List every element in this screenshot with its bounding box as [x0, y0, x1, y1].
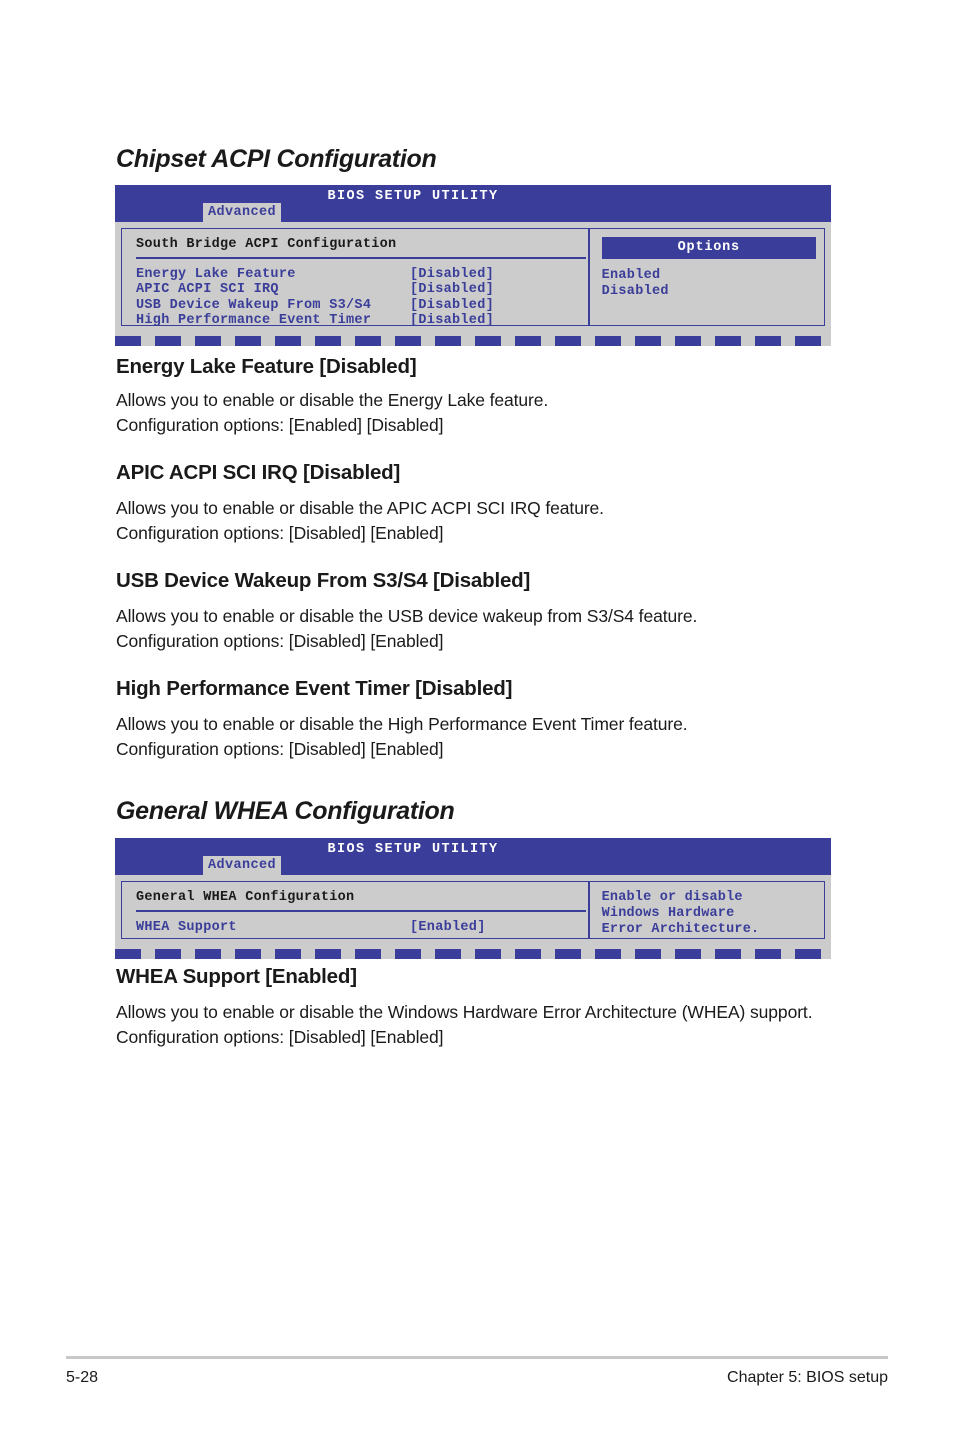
bios-setting-value[interactable]: [Disabled] — [410, 313, 494, 328]
footer-divider — [66, 1356, 888, 1359]
subheading-energy-lake-feature: Energy Lake Feature [Disabled] — [116, 355, 417, 378]
paragraph-line: Configuration options: [Disabled] [Enabl… — [116, 1027, 444, 1047]
paragraph-whea-support: Allows you to enable or disable the Wind… — [116, 1000, 836, 1050]
bios-header-bar: BIOS SETUP UTILITY Advanced — [115, 185, 831, 223]
bios-body: General WHEA Configuration WHEA Support … — [115, 875, 831, 946]
paragraph-line: Allows you to enable or disable the APIC… — [116, 498, 604, 518]
bios-option-item[interactable]: Enabled — [602, 268, 816, 284]
paragraph-line: Configuration options: [Disabled] [Enabl… — [116, 631, 444, 651]
bios-settings-list: WHEA Support [Enabled] — [136, 920, 588, 936]
footer-page-number: 5-28 — [66, 1369, 99, 1386]
bios-tab-advanced[interactable]: Advanced — [203, 856, 282, 876]
bios-panel-title: General WHEA Configuration — [136, 890, 355, 905]
bios-setting-label: High Performance Event Timer — [136, 313, 372, 329]
bios-options-panel: Options Enabled Disabled — [590, 229, 824, 325]
bios-frame: South Bridge ACPI Configuration Energy L… — [121, 228, 825, 328]
bios-setting-value[interactable]: [Disabled] — [410, 267, 494, 282]
subheading-apic-acpi-sci-irq: APIC ACPI SCI IRQ [Disabled] — [116, 461, 401, 484]
bios-setting-label: USB Device Wakeup From S3/S4 — [136, 297, 372, 313]
bios-utility-title: BIOS SETUP UTILITY — [327, 842, 499, 857]
bios-settings-list: Energy Lake Feature [Disabled] APIC ACPI… — [136, 267, 588, 329]
bios-panel-rule — [136, 910, 586, 912]
bios-help-line: Error Architecture. — [601, 922, 760, 937]
subheading-high-performance-event-timer: High Performance Event Timer [Disabled] — [116, 677, 513, 700]
bios-setting-value[interactable]: [Enabled] — [410, 920, 486, 935]
paragraph-line: Configuration options: [Disabled] [Enabl… — [116, 523, 444, 543]
bios-options-list: Enabled Disabled — [602, 268, 816, 299]
bios-option-item[interactable]: Disabled — [602, 284, 816, 300]
bios-setting-label: Energy Lake Feature — [136, 266, 296, 282]
bios-setting-label: WHEA Support — [136, 919, 237, 935]
bios-help-text: Enable or disable Windows Hardware Error… — [602, 890, 816, 938]
footer-chapter-label: Chapter 5: BIOS setup — [727, 1369, 888, 1386]
paragraph-line: Allows you to enable or disable the Ener… — [116, 390, 549, 410]
bios-setting-row[interactable]: Energy Lake Feature [Disabled] — [136, 267, 588, 283]
bios-setting-row[interactable]: High Performance Event Timer [Disabled] — [136, 313, 588, 329]
bios-tab-advanced[interactable]: Advanced — [203, 203, 282, 223]
bios-settings-panel: General WHEA Configuration WHEA Support … — [122, 882, 588, 938]
paragraph-line: Allows you to enable or disable the USB … — [116, 606, 698, 626]
bios-screenshot-general-whea: BIOS SETUP UTILITY Advanced General WHEA… — [115, 838, 831, 959]
bios-panel-rule — [136, 257, 586, 259]
paragraph-line: Allows you to enable or disable the High… — [116, 714, 688, 734]
paragraph-apic-acpi-sci-irq: Allows you to enable or disable the APIC… — [116, 496, 604, 546]
paragraph-line: Configuration options: [Disabled] [Enabl… — [116, 739, 444, 759]
bios-utility-title: BIOS SETUP UTILITY — [327, 189, 499, 204]
bios-setting-row[interactable]: USB Device Wakeup From S3/S4 [Disabled] — [136, 298, 588, 314]
bios-setting-row[interactable]: WHEA Support [Enabled] — [136, 920, 588, 936]
bios-help-line: Windows Hardware — [601, 906, 735, 921]
subheading-usb-device-wakeup: USB Device Wakeup From S3/S4 [Disabled] — [116, 569, 531, 592]
bios-frame: General WHEA Configuration WHEA Support … — [121, 881, 825, 939]
paragraph-line: Configuration options: [Enabled] [Disabl… — [116, 415, 444, 435]
bios-setting-value[interactable]: [Disabled] — [410, 298, 494, 313]
bios-setting-value[interactable]: [Disabled] — [410, 282, 494, 297]
paragraph-high-performance-event-timer: Allows you to enable or disable the High… — [116, 712, 688, 762]
bios-screenshot-chipset-acpi: BIOS SETUP UTILITY Advanced South Bridge… — [115, 185, 831, 346]
bios-body: South Bridge ACPI Configuration Energy L… — [115, 222, 831, 333]
bios-bottom-dashed-border — [115, 949, 831, 959]
bios-help-panel: Enable or disable Windows Hardware Error… — [590, 882, 824, 938]
paragraph-line: Allows you to enable or disable the Wind… — [116, 1002, 813, 1022]
subheading-whea-support: WHEA Support [Enabled] — [116, 965, 357, 988]
bios-settings-panel: South Bridge ACPI Configuration Energy L… — [122, 229, 588, 328]
bios-options-header: Options — [601, 237, 816, 259]
paragraph-energy-lake-feature: Allows you to enable or disable the Ener… — [116, 388, 548, 438]
bios-header-bar: BIOS SETUP UTILITY Advanced — [115, 838, 831, 876]
section-heading-chipset-acpi: Chipset ACPI Configuration — [116, 145, 437, 173]
section-heading-general-whea: General WHEA Configuration — [116, 797, 455, 825]
bios-setting-label: APIC ACPI SCI IRQ — [136, 282, 279, 298]
paragraph-usb-device-wakeup: Allows you to enable or disable the USB … — [116, 604, 697, 654]
bios-setting-row[interactable]: APIC ACPI SCI IRQ [Disabled] — [136, 282, 588, 298]
bios-help-line: Enable or disable — [601, 890, 743, 905]
document-page: Chipset ACPI Configuration BIOS SETUP UT… — [0, 0, 954, 1438]
bios-bottom-dashed-border — [115, 336, 831, 346]
bios-panel-title: South Bridge ACPI Configuration — [136, 237, 397, 252]
